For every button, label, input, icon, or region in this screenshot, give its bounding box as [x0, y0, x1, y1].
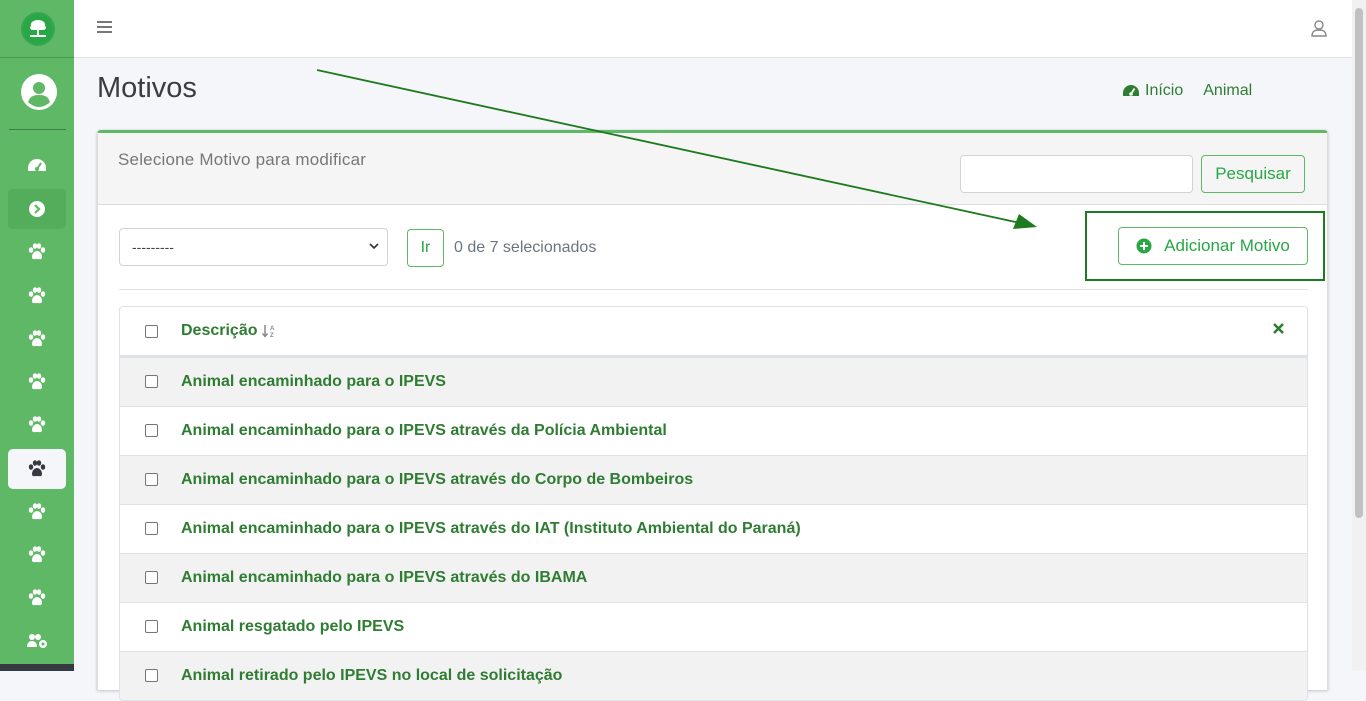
paw-icon	[28, 460, 46, 477]
users-cog-icon	[27, 634, 47, 648]
sidebar-item-dashboard[interactable]	[8, 146, 66, 186]
row-checkbox[interactable]	[145, 571, 158, 584]
paw-icon	[28, 287, 46, 304]
row-link[interactable]: Animal encaminhado para o IPEVS através …	[181, 422, 667, 440]
scrollbar[interactable]	[1352, 0, 1366, 671]
row-checkbox[interactable]	[145, 473, 158, 486]
sidebar-item-paw-2[interactable]	[8, 276, 66, 316]
plus-circle-icon	[1136, 238, 1152, 254]
hamburger-menu-icon[interactable]	[97, 20, 112, 39]
row-link[interactable]: Animal encaminhado para o IPEVS através …	[181, 471, 693, 489]
row-link[interactable]: Animal retirado pelo IPEVS no local de s…	[181, 667, 562, 685]
sidebar-item-paw-3[interactable]	[8, 319, 66, 359]
table-row: Animal encaminhado para o IPEVS	[120, 357, 1307, 406]
card-header: Selecione Motivo para modificar Pesquisa…	[98, 133, 1327, 205]
row-link[interactable]: Animal resgatado pelo IPEVS	[181, 618, 404, 636]
breadcrumb-current[interactable]: Animal	[1203, 82, 1252, 100]
action-select[interactable]: ---------	[119, 228, 388, 266]
dashboard-icon	[28, 159, 46, 171]
sort-alpha-icon[interactable]: A Z	[261, 324, 278, 338]
sidebar-divider	[0, 57, 74, 58]
action-select-value: ---------	[132, 239, 174, 255]
row-checkbox[interactable]	[145, 522, 158, 535]
table-row: Animal encaminhado para o IPEVS através …	[120, 504, 1307, 553]
clear-sort-icon[interactable]	[1272, 322, 1285, 335]
paw-icon	[28, 546, 46, 563]
breadcrumb: Início Animal	[1122, 82, 1252, 100]
results-table: Descrição A Z Animal encaminhado para o …	[119, 306, 1308, 701]
sidebar-footer	[0, 664, 74, 671]
paw-icon	[28, 503, 46, 520]
row-link[interactable]: Animal encaminhado para o IPEVS através …	[181, 569, 587, 587]
paw-icon	[28, 373, 46, 390]
column-header-label: Descrição	[181, 322, 258, 339]
sidebar-divider	[9, 129, 66, 130]
table-header: Descrição A Z	[120, 307, 1307, 357]
svg-text:Z: Z	[270, 333, 274, 338]
sidebar-item-paw-5[interactable]	[8, 405, 66, 445]
table-row: Animal resgatado pelo IPEVS	[120, 602, 1307, 651]
logo[interactable]	[21, 12, 55, 46]
chevron-down-icon	[369, 243, 379, 250]
changelist-card: Selecione Motivo para modificar Pesquisa…	[97, 130, 1328, 701]
column-header-descricao[interactable]: Descrição A Z	[181, 322, 278, 340]
add-motivo-label: Adicionar Motivo	[1164, 236, 1290, 255]
dashboard-icon	[1123, 85, 1139, 96]
scrollbar-thumb[interactable]	[1355, 8, 1363, 518]
page-title: Motivos	[97, 72, 197, 104]
paw-icon	[28, 330, 46, 347]
table-row: Animal retirado pelo IPEVS no local de s…	[120, 651, 1307, 700]
paw-icon	[28, 243, 46, 260]
selection-counter: 0 de 7 selecionados	[454, 239, 597, 256]
sidebar-item-paw-4[interactable]	[8, 362, 66, 402]
top-navbar	[74, 0, 1352, 58]
divider	[119, 289, 1308, 290]
table-row: Animal encaminhado para o IPEVS através …	[120, 455, 1307, 504]
go-button[interactable]: Ir	[407, 229, 444, 267]
sidebar	[0, 0, 74, 671]
table-row: Animal encaminhado para o IPEVS através …	[120, 553, 1307, 602]
breadcrumb-home[interactable]: Início	[1122, 82, 1183, 100]
search-input[interactable]	[960, 155, 1193, 193]
card-title: Selecione Motivo para modificar	[118, 150, 367, 169]
select-all-checkbox[interactable]	[145, 325, 158, 338]
row-link[interactable]: Animal encaminhado para o IPEVS através …	[181, 520, 801, 538]
row-checkbox[interactable]	[145, 424, 158, 437]
row-link[interactable]: Animal encaminhado para o IPEVS	[181, 373, 446, 391]
add-motivo-button[interactable]: Adicionar Motivo	[1118, 227, 1308, 265]
sidebar-item-users[interactable]	[8, 621, 66, 661]
sidebar-item-paw-active[interactable]	[8, 449, 66, 489]
sidebar-item-paw-9[interactable]	[8, 578, 66, 618]
tree-logo-icon	[29, 20, 47, 37]
sidebar-item-motivos[interactable]	[8, 189, 66, 229]
sidebar-item-paw-8[interactable]	[8, 535, 66, 575]
sidebar-item-paw-1[interactable]	[8, 232, 66, 272]
paw-icon	[28, 589, 46, 606]
table-row: Animal encaminhado para o IPEVS através …	[120, 406, 1307, 455]
row-checkbox[interactable]	[145, 620, 158, 633]
breadcrumb-home-label: Início	[1145, 82, 1184, 99]
user-profile-icon[interactable]	[1311, 20, 1327, 42]
search-button[interactable]: Pesquisar	[1201, 155, 1305, 193]
paw-icon	[28, 416, 46, 433]
sidebar-item-paw-7[interactable]	[8, 492, 66, 532]
svg-text:A: A	[270, 326, 275, 332]
row-checkbox[interactable]	[145, 375, 158, 388]
user-avatar-icon[interactable]	[21, 74, 57, 110]
chevron-circle-right-icon	[29, 201, 45, 217]
